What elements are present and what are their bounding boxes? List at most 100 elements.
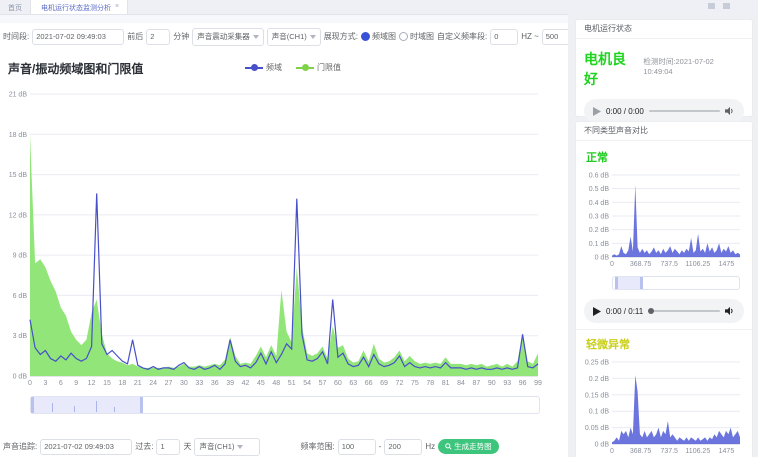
tab-motor-status[interactable]: 电机运行状态监测分析 × <box>30 0 128 14</box>
radio-frequency-label: 频域图 <box>372 31 396 42</box>
channel-select[interactable]: 声音(CH1) <box>267 28 321 46</box>
svg-text:54: 54 <box>303 380 311 387</box>
normal-datazoom-range[interactable] <box>615 277 643 289</box>
svg-text:66: 66 <box>365 380 373 387</box>
chart-legend: 频域 门限值 <box>245 62 341 73</box>
svg-text:33: 33 <box>195 380 203 387</box>
radio-frequency-domain[interactable]: 频域图 <box>361 31 396 42</box>
svg-text:63: 63 <box>349 380 357 387</box>
search-icon <box>445 443 452 450</box>
svg-text:21: 21 <box>134 380 142 387</box>
past-days-input[interactable] <box>156 439 180 455</box>
day-unit-label: 天 <box>183 441 191 452</box>
radio-selected-icon <box>361 32 370 41</box>
svg-text:0: 0 <box>610 448 614 455</box>
svg-text:27: 27 <box>165 380 173 387</box>
datetime-input[interactable] <box>32 29 124 45</box>
player-progress[interactable] <box>649 110 720 112</box>
svg-text:39: 39 <box>226 380 234 387</box>
svg-text:368.75: 368.75 <box>630 261 652 268</box>
track-channel-value: 声音(CH1) <box>199 441 234 452</box>
volume-icon[interactable] <box>725 106 735 116</box>
svg-text:21 dB: 21 dB <box>9 92 28 99</box>
svg-text:6 dB: 6 dB <box>13 293 28 300</box>
main-chart-title: 声音/振动频域图和门限值 <box>8 60 143 77</box>
display-mode-label: 展现方式: <box>324 31 358 42</box>
normal-datazoom-slider[interactable] <box>612 276 740 290</box>
radio-time-label: 时域图 <box>410 31 434 42</box>
player-progress[interactable] <box>648 310 720 312</box>
svg-text:0 dB: 0 dB <box>595 442 610 449</box>
svg-text:0.25 dB: 0.25 dB <box>585 360 609 367</box>
legend-label: 频域 <box>266 62 282 73</box>
svg-text:0.6 dB: 0.6 dB <box>589 173 610 180</box>
svg-text:0.2 dB: 0.2 dB <box>589 227 610 234</box>
normal-sound-chart: 0 dB0.1 dB0.2 dB0.3 dB0.4 dB0.5 dB0.6 dB… <box>578 167 746 273</box>
sound-track-label: 声音追踪: <box>3 441 37 452</box>
legend-label: 门限值 <box>317 62 341 73</box>
svg-text:75: 75 <box>411 380 419 387</box>
generate-trend-button[interactable]: 生成走势图 <box>438 439 499 454</box>
svg-text:0: 0 <box>28 380 32 387</box>
track-datetime-input[interactable] <box>40 439 132 455</box>
svg-text:737.5: 737.5 <box>660 261 678 268</box>
normal-label: 正常 <box>576 141 752 165</box>
window-icon[interactable] <box>708 3 715 9</box>
tab-close-icon[interactable]: × <box>115 3 119 10</box>
play-icon[interactable] <box>593 107 601 116</box>
tab-label: 电机运行状态监测分析 <box>41 3 111 13</box>
range-from-input[interactable] <box>338 439 376 455</box>
motor-status-header: 电机运行状态 <box>576 20 752 39</box>
window-icon[interactable] <box>723 3 730 9</box>
svg-text:51: 51 <box>288 380 296 387</box>
legend-item-frequency[interactable]: 频域 <box>245 62 282 73</box>
tab-home[interactable]: 首页 <box>0 0 30 14</box>
around-minutes-input[interactable] <box>146 29 170 45</box>
svg-text:0.3 dB: 0.3 dB <box>589 214 610 221</box>
hz-unit-label: Hz <box>425 442 435 451</box>
svg-text:0.5 dB: 0.5 dB <box>589 186 610 193</box>
range-to-input[interactable] <box>384 439 422 455</box>
svg-text:12 dB: 12 dB <box>9 212 28 219</box>
svg-text:18: 18 <box>118 380 126 387</box>
hz-from-label: HZ ~ <box>521 32 539 41</box>
minutes-label: 分钟 <box>173 31 189 42</box>
collector-select[interactable]: 声音震动采集器 <box>192 28 264 46</box>
player-time: 0:00 / 0:11 <box>606 307 643 316</box>
compare-header: 不同类型声音对比 <box>576 122 752 141</box>
audio-player-current[interactable]: 0:00 / 0:00 <box>584 99 744 123</box>
svg-text:9: 9 <box>74 380 78 387</box>
svg-text:1106.25: 1106.25 <box>685 261 710 268</box>
frequency-range-label: 频率范围: <box>300 441 334 452</box>
right-sidebar: 电机运行状态 电机良好 检测时间:2021-07-02 10:49:04 0:0… <box>568 13 758 457</box>
datazoom-selected-range[interactable] <box>31 397 143 413</box>
svg-text:1475: 1475 <box>719 448 735 455</box>
radio-time-domain[interactable]: 时域图 <box>399 31 434 42</box>
svg-text:18 dB: 18 dB <box>9 132 28 139</box>
channel-value: 声音(CH1) <box>272 31 307 42</box>
svg-text:0 dB: 0 dB <box>13 374 28 381</box>
motor-status-card: 电机运行状态 电机良好 检测时间:2021-07-02 10:49:04 0:0… <box>576 20 752 116</box>
svg-text:6: 6 <box>59 380 63 387</box>
play-icon[interactable] <box>593 307 601 316</box>
track-channel-select[interactable]: 声音(CH1) <box>194 438 260 456</box>
svg-text:84: 84 <box>457 380 465 387</box>
sound-track-toolbar: 声音追踪: 过去: 天 声音(CH1) 频率范围: - Hz 生成走势图 <box>3 437 563 456</box>
svg-text:0.1 dB: 0.1 dB <box>589 241 610 248</box>
band-from-input[interactable] <box>490 29 518 45</box>
svg-text:3 dB: 3 dB <box>13 333 28 340</box>
svg-text:69: 69 <box>380 380 388 387</box>
audio-player-normal[interactable]: 0:00 / 0:11 <box>584 299 744 323</box>
svg-text:737.5: 737.5 <box>660 448 678 455</box>
divider <box>576 329 752 330</box>
legend-marker-icon <box>245 64 263 71</box>
datazoom-slider[interactable] <box>30 396 540 414</box>
radio-unselected-icon <box>399 32 408 41</box>
svg-text:1475: 1475 <box>719 261 735 268</box>
volume-icon[interactable] <box>725 306 735 316</box>
titlebar-icons <box>708 3 730 9</box>
svg-text:0.2 dB: 0.2 dB <box>589 376 610 383</box>
player-knob[interactable] <box>648 308 654 314</box>
svg-text:78: 78 <box>426 380 434 387</box>
legend-item-threshold[interactable]: 门限值 <box>296 62 341 73</box>
